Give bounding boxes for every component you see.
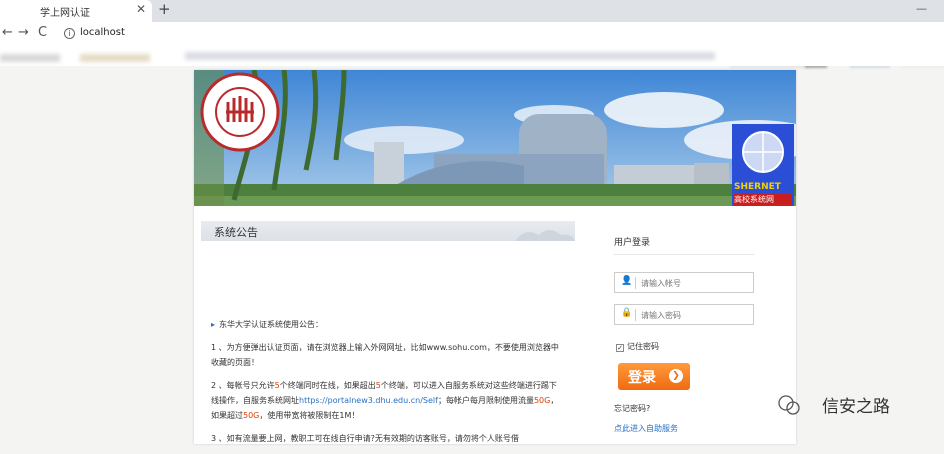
password-input[interactable]	[641, 308, 747, 322]
watermark-text: 信安之路	[822, 397, 890, 417]
blurred-bookmark	[0, 54, 60, 62]
bullet-icon: ▸	[211, 320, 216, 329]
field-separator	[635, 309, 636, 321]
lock-icon: 🔒	[621, 308, 633, 318]
notice-title: 系统公告	[214, 226, 258, 239]
browser-tab-bar: 学上网认证 ✕ + —	[0, 0, 944, 22]
reload-icon[interactable]: C	[38, 25, 47, 40]
login-button-label: 登录	[628, 370, 656, 386]
notice-paragraph-2: 2 、每帐号只允许5个终端同时在线，如果超出5个终端，可以进入自服务系统对这些终…	[211, 381, 559, 420]
shernet-badge: SHERNET 高校系统网	[732, 124, 794, 206]
login-button[interactable]: 登录 ❯	[618, 363, 690, 390]
bookmarks-bar	[0, 46, 944, 66]
notice-section: 系统公告 ▸ 东华大学认证系统使用公告： 1 、为方便弹出认证页面，请在浏览器上输…	[201, 221, 575, 444]
notice-header: 系统公告	[201, 221, 575, 241]
tab-close-icon[interactable]: ✕	[136, 2, 146, 16]
tab-title: 学上网认证	[40, 8, 90, 19]
forward-icon[interactable]: →	[18, 25, 29, 40]
notice-paragraph-1: 1 、为方便弹出认证页面，请在浏览器上输入外网网址，比如www.sohu.com…	[211, 343, 559, 367]
campus-banner: SHERNET 高校系统网	[194, 70, 796, 206]
forgot-password-link[interactable]: 忘记密码?	[614, 403, 650, 414]
login-divider	[614, 254, 754, 255]
login-form: 用户登录 👤 🔒 ✓记住密码 登录 ❯ 忘记密码? 点此进入自助服务	[614, 235, 754, 433]
username-field[interactable]: 👤	[614, 272, 754, 293]
back-icon[interactable]: ←	[2, 25, 13, 40]
notice-body: ▸ 东华大学认证系统使用公告： 1 、为方便弹出认证页面，请在浏览器上输入外网网址…	[211, 317, 561, 454]
field-separator	[635, 277, 636, 289]
new-tab-icon[interactable]: +	[158, 0, 171, 18]
shernet-text: SHERNET	[734, 182, 781, 192]
password-field[interactable]: 🔒	[614, 304, 754, 325]
url-text[interactable]: localhost	[80, 27, 125, 38]
browser-tab[interactable]: 学上网认证 ✕	[0, 0, 152, 22]
username-input[interactable]	[641, 276, 747, 290]
site-info-icon[interactable]: i	[64, 28, 75, 39]
self-service-link[interactable]: https://portalnew3.dhu.edu.cn/Self	[299, 396, 438, 405]
remember-label: 记住密码	[627, 342, 659, 351]
arrow-right-icon: ❯	[669, 369, 683, 383]
cloud-decoration-icon	[515, 230, 575, 241]
login-title: 用户登录	[614, 238, 651, 248]
wechat-watermark-icon	[778, 395, 800, 415]
blurred-bookmark	[185, 52, 715, 60]
minimize-icon[interactable]: —	[916, 2, 927, 15]
remember-password[interactable]: ✓ 记住密码	[616, 341, 659, 352]
self-service-entry-link[interactable]: 点此进入自助服务	[614, 423, 678, 434]
university-seal-icon	[200, 72, 280, 152]
user-icon: 👤	[621, 276, 633, 286]
notice-heading: ▸ 东华大学认证系统使用公告：	[211, 320, 324, 329]
login-page-panel: SHERNET 高校系统网 系统公告 ▸ 东华大学认证系统使用公告： 1 、为方便…	[194, 70, 796, 444]
campus-photo	[194, 70, 796, 206]
address-bar: ← → C i localhost	[0, 22, 944, 68]
shernet-subtext: 高校系统网	[734, 194, 792, 205]
globe-icon	[742, 131, 784, 173]
remember-checkbox[interactable]: ✓	[616, 344, 624, 352]
blurred-bookmark	[80, 54, 150, 62]
